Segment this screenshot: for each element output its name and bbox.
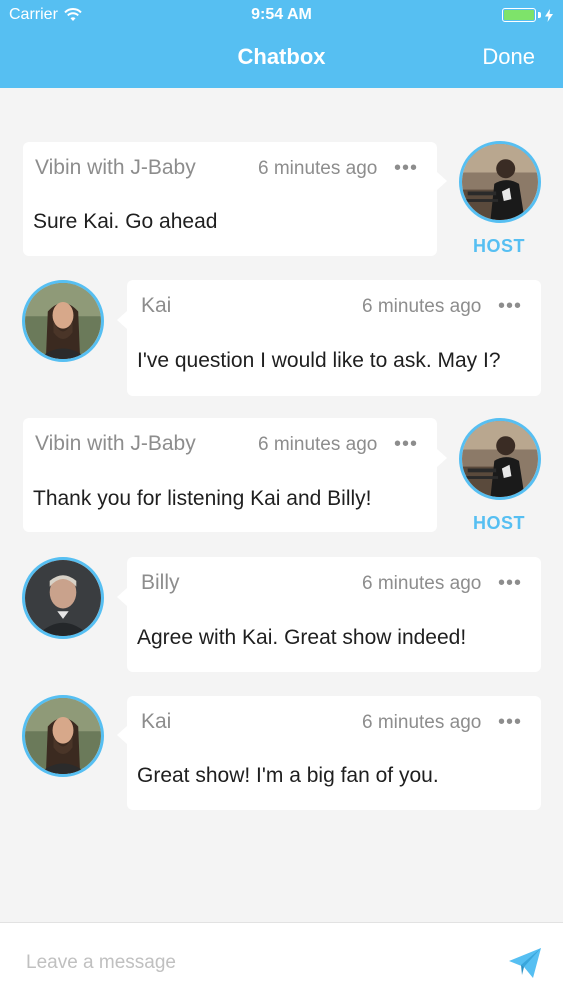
message-bubble: Kai 6 minutes ago ••• I've question I wo… xyxy=(127,280,541,396)
message-bubble: Vibin with J-Baby 6 minutes ago ••• Sure… xyxy=(23,142,437,256)
message-time: 6 minutes ago xyxy=(258,434,378,455)
message-text: Agree with Kai. Great show indeed! xyxy=(137,626,467,649)
kai-avatar[interactable] xyxy=(22,695,104,777)
message-bubble: Kai 6 minutes ago ••• Great show! I'm a … xyxy=(127,696,541,810)
send-icon[interactable] xyxy=(507,945,543,981)
message-sender: Vibin with J-Baby xyxy=(35,156,196,179)
charging-bolt-icon xyxy=(545,8,553,22)
message-composer xyxy=(0,922,563,1000)
message-sender: Kai xyxy=(141,294,172,317)
message-time: 6 minutes ago xyxy=(258,158,378,179)
host-avatar[interactable] xyxy=(459,141,541,223)
more-options-icon[interactable]: ••• xyxy=(394,433,418,456)
battery-indicator xyxy=(502,8,553,22)
message-sender: Vibin with J-Baby xyxy=(35,432,196,455)
more-options-icon[interactable]: ••• xyxy=(394,157,418,180)
top-bar: Carrier 9:54 AM Chatbox Done xyxy=(0,0,563,88)
message-sender: Kai xyxy=(141,710,172,733)
battery-icon xyxy=(502,8,536,22)
more-options-icon[interactable]: ••• xyxy=(498,711,522,734)
host-avatar[interactable] xyxy=(459,418,541,500)
kai-avatar[interactable] xyxy=(22,280,104,362)
message-input[interactable] xyxy=(26,945,486,981)
host-badge: HOST xyxy=(473,513,526,533)
message-text: Thank you for listening Kai and Billy! xyxy=(33,487,372,510)
status-bar: Carrier 9:54 AM xyxy=(0,0,563,30)
more-options-icon[interactable]: ••• xyxy=(498,572,522,595)
message-sender: Billy xyxy=(141,571,180,594)
message-bubble: Vibin with J-Baby 6 minutes ago ••• Than… xyxy=(23,418,437,532)
page-title: Chatbox xyxy=(237,44,326,69)
done-button[interactable]: Done xyxy=(482,44,535,70)
message-text: Great show! I'm a big fan of you. xyxy=(137,764,439,787)
message-text: I've question I would like to ask. May I… xyxy=(137,349,501,372)
message-time: 6 minutes ago xyxy=(362,573,482,594)
message-text: Sure Kai. Go ahead xyxy=(33,210,218,233)
host-badge: HOST xyxy=(473,236,526,256)
billy-avatar[interactable] xyxy=(22,557,104,639)
message-time: 6 minutes ago xyxy=(362,296,482,317)
status-time: 9:54 AM xyxy=(251,6,312,23)
more-options-icon[interactable]: ••• xyxy=(498,295,522,318)
message-bubble: Billy 6 minutes ago ••• Agree with Kai. … xyxy=(127,557,541,672)
message-time: 6 minutes ago xyxy=(362,712,482,733)
